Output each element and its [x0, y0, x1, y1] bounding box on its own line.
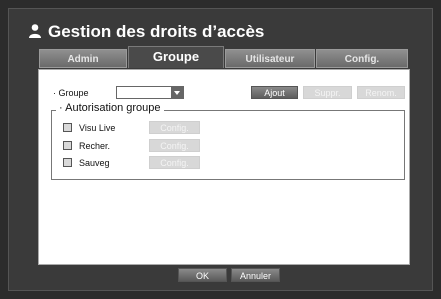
- delete-button[interactable]: Suppr.: [303, 86, 352, 99]
- groupe-label: · Groupe: [53, 88, 89, 98]
- tab-config[interactable]: Config.: [316, 49, 408, 68]
- user-icon: [28, 23, 42, 39]
- page-title: Gestion des droits d’accès: [28, 22, 264, 42]
- sauveg-config-button[interactable]: Config.: [149, 156, 200, 169]
- rename-button[interactable]: Renom.: [357, 86, 405, 99]
- access-rights-screen: Gestion des droits d’accès Admin Groupe …: [0, 0, 441, 299]
- visu-live-checkbox[interactable]: [63, 123, 72, 132]
- tab-utilisateur[interactable]: Utilisateur: [225, 49, 315, 68]
- recher-checkbox[interactable]: [63, 141, 72, 150]
- autorisation-title: · Autorisation groupe: [56, 102, 164, 114]
- page-title-text: Gestion des droits d’accès: [48, 22, 265, 41]
- sauveg-label: Sauveg: [79, 158, 110, 168]
- groupe-select[interactable]: [116, 86, 184, 99]
- add-button[interactable]: Ajout: [251, 86, 298, 99]
- tab-groupe[interactable]: Groupe: [128, 46, 224, 68]
- visu-live-config-button[interactable]: Config.: [149, 121, 200, 134]
- ok-button[interactable]: OK: [178, 268, 227, 282]
- recher-config-button[interactable]: Config.: [149, 139, 200, 152]
- sauveg-checkbox[interactable]: [63, 158, 72, 167]
- recher-label: Recher.: [79, 141, 111, 151]
- visu-live-label: Visu Live: [79, 123, 116, 133]
- chevron-down-icon[interactable]: [171, 87, 183, 98]
- tab-admin[interactable]: Admin: [39, 49, 127, 68]
- cancel-button[interactable]: Annuler: [231, 268, 280, 282]
